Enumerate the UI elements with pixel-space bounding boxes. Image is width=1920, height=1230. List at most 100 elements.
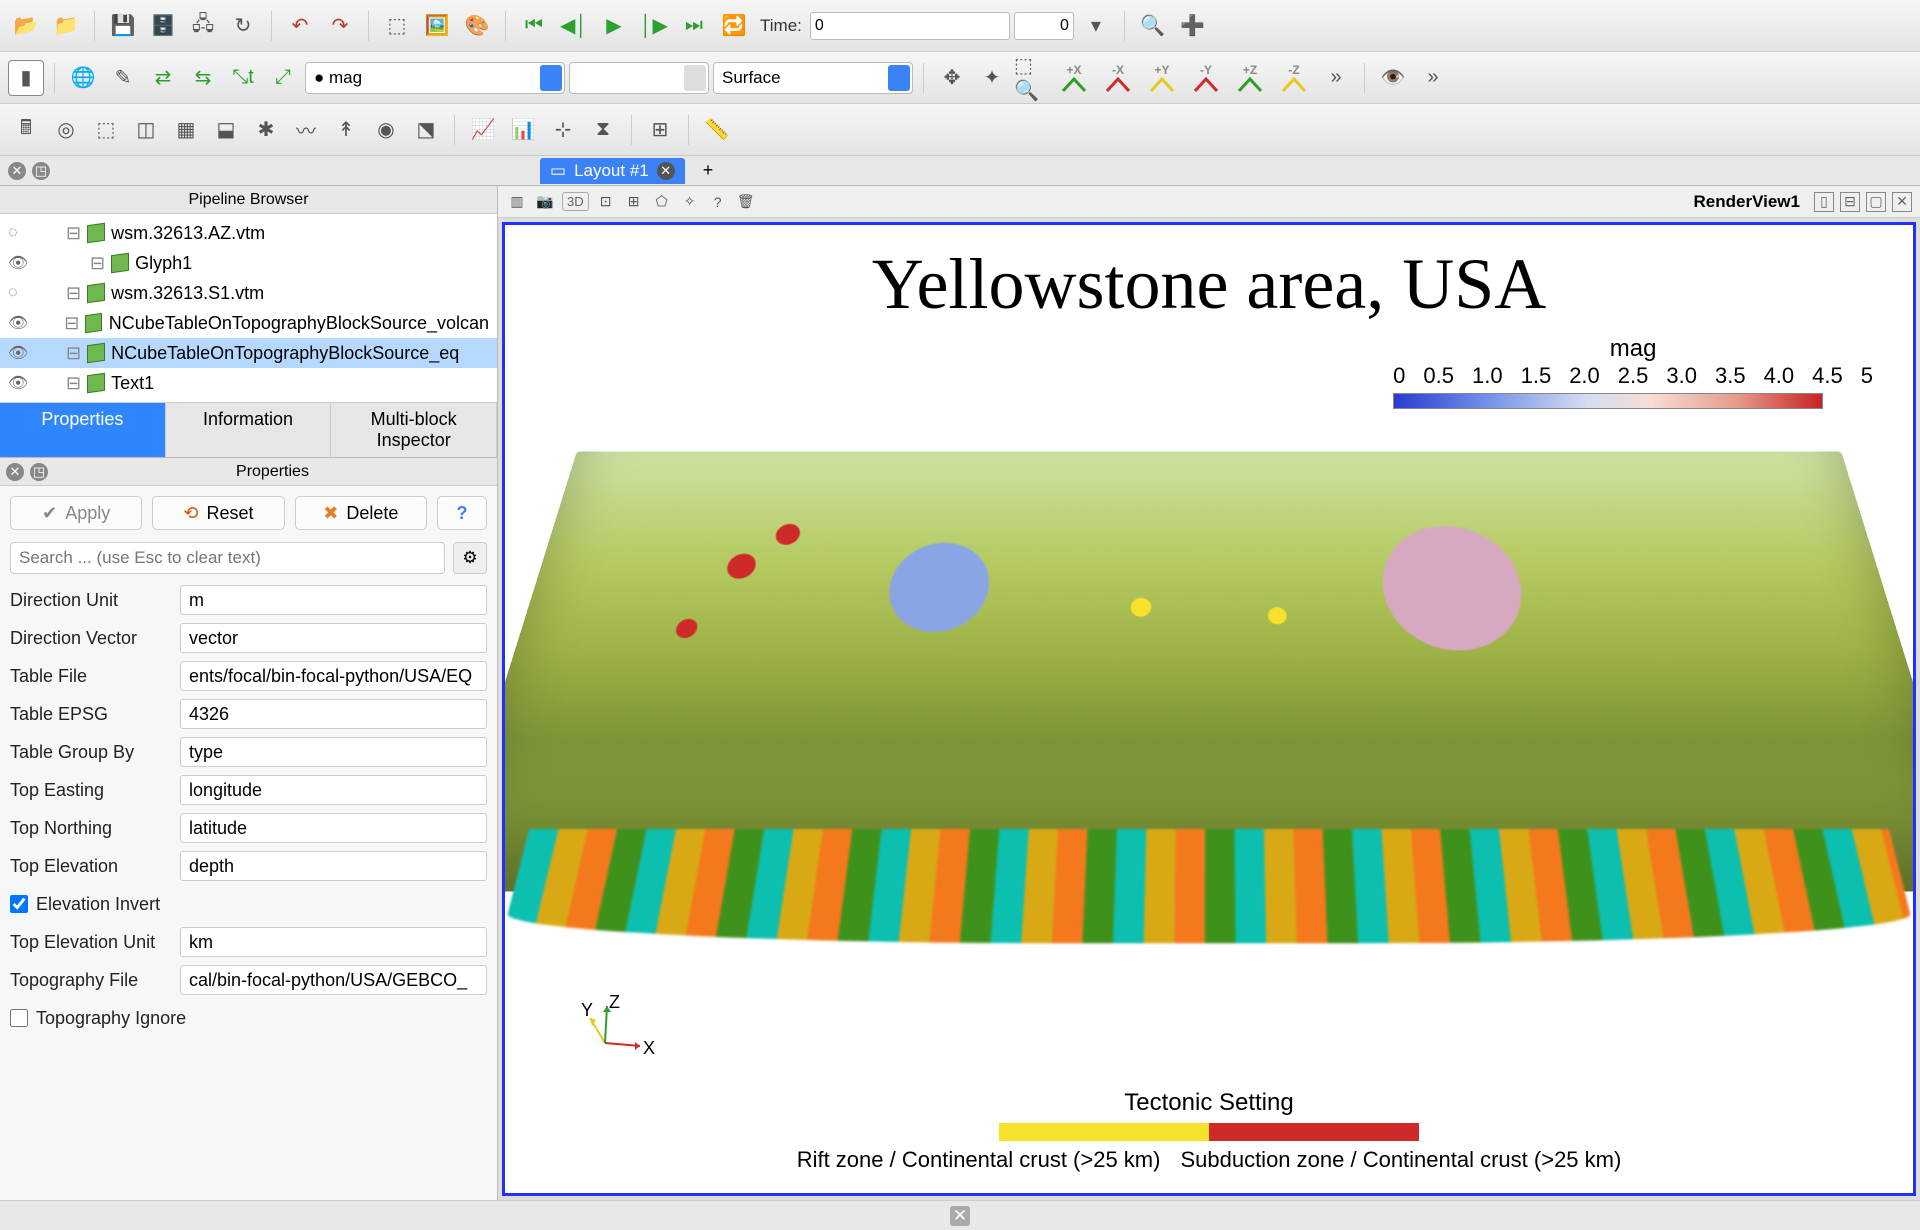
- open-recent-icon[interactable]: 📁: [48, 8, 84, 44]
- repr-selector[interactable]: Surface: [713, 62, 913, 94]
- visibility-icon[interactable]: ◌: [8, 284, 30, 302]
- tab-multiblock[interactable]: Multi-block Inspector: [331, 403, 497, 457]
- glyph-icon[interactable]: ✱: [248, 112, 284, 148]
- redo-icon[interactable]: ↷: [322, 8, 358, 44]
- eye-dome-icon[interactable]: 👁️: [1375, 60, 1411, 96]
- clip-icon[interactable]: ⬚: [88, 112, 124, 148]
- layout-tab-1[interactable]: ▭ Layout #1 ✕: [540, 158, 685, 184]
- group-icon[interactable]: ◉: [368, 112, 404, 148]
- status-close-icon[interactable]: ✕: [950, 1206, 970, 1226]
- save-data-icon[interactable]: 🗄️: [145, 8, 181, 44]
- ruler-icon[interactable]: 📏: [699, 112, 735, 148]
- last-frame-icon[interactable]: ⏭: [676, 8, 712, 44]
- add-find-icon[interactable]: ➕: [1175, 8, 1211, 44]
- property-field[interactable]: longitude: [180, 775, 487, 805]
- expand-icon[interactable]: ⊟: [66, 223, 81, 244]
- layout-tab-close-icon[interactable]: ✕: [657, 162, 675, 180]
- expand-icon[interactable]: ⊟: [66, 283, 81, 304]
- pipeline-popout-icon[interactable]: ◳: [32, 162, 50, 180]
- property-field[interactable]: 4326: [180, 699, 487, 729]
- threshold-icon[interactable]: ▦: [168, 112, 204, 148]
- tab-information[interactable]: Information: [166, 403, 332, 457]
- warp-icon[interactable]: ↟: [328, 112, 364, 148]
- histogram-icon[interactable]: 📊: [505, 112, 541, 148]
- zoom-to-data-icon[interactable]: ✦: [974, 60, 1010, 96]
- expand-icon[interactable]: ⊟: [90, 253, 105, 274]
- extract-icon[interactable]: ⬓: [208, 112, 244, 148]
- vt-split-icon[interactable]: ▥: [506, 191, 528, 213]
- elevation-invert-checkbox[interactable]: [10, 895, 28, 913]
- vt-3d-button[interactable]: 3D: [562, 192, 589, 211]
- calculator-icon[interactable]: 🖩: [8, 112, 44, 148]
- probe-icon[interactable]: ⊹: [545, 112, 581, 148]
- vt-clear-icon[interactable]: 🗑: [735, 191, 757, 213]
- visibility-icon[interactable]: 👁: [8, 313, 29, 333]
- vt-select-points-icon[interactable]: ⊡: [595, 191, 617, 213]
- delete-button[interactable]: ✖Delete: [295, 496, 427, 530]
- array-selector[interactable]: ● mag: [305, 62, 565, 94]
- time-value-input[interactable]: [810, 12, 1010, 40]
- topography-ignore-checkbox[interactable]: [10, 1009, 28, 1027]
- edit-color-icon[interactable]: ✎: [105, 60, 141, 96]
- property-field[interactable]: depth: [180, 851, 487, 881]
- rescale-temporal-icon[interactable]: ⤡t: [225, 60, 261, 96]
- palette-icon[interactable]: 🎨: [459, 8, 495, 44]
- pipeline-item[interactable]: 👁 ⊟ NCubeTableOnTopographyBlockSource_vo…: [0, 308, 497, 338]
- property-field[interactable]: latitude: [180, 813, 487, 843]
- reload-icon[interactable]: ↻: [225, 8, 261, 44]
- maximize-icon[interactable]: ▢: [1866, 192, 1886, 212]
- extract-sel-icon[interactable]: ⬔: [408, 112, 444, 148]
- color-map-editor-icon[interactable]: 🌐: [65, 60, 101, 96]
- close-view-icon[interactable]: ✕: [1892, 192, 1912, 212]
- view-px-button[interactable]: +X: [1054, 60, 1094, 96]
- view-py-button[interactable]: +Y: [1142, 60, 1182, 96]
- temporal-icon[interactable]: ⧗: [585, 112, 621, 148]
- rescale-custom-icon[interactable]: ⇆: [185, 60, 221, 96]
- expand-icon[interactable]: ⊟: [66, 343, 81, 364]
- play-icon[interactable]: ▶: [596, 8, 632, 44]
- undo-icon[interactable]: ↶: [282, 8, 318, 44]
- next-frame-icon[interactable]: │▶: [636, 8, 672, 44]
- first-frame-icon[interactable]: ⏮: [516, 8, 552, 44]
- pipeline-item[interactable]: 👁 ⊟ Glyph1: [0, 248, 497, 278]
- pipeline-close-icon[interactable]: ✕: [8, 162, 26, 180]
- vt-select-poly-icon[interactable]: ⬠: [651, 191, 673, 213]
- stream-icon[interactable]: 〰: [288, 112, 324, 148]
- property-field[interactable]: cal/bin-focal-python/USA/GEBCO_: [180, 965, 487, 995]
- view-nx-button[interactable]: -X: [1098, 60, 1138, 96]
- reset-button[interactable]: ⟲Reset: [152, 496, 284, 530]
- properties-search-input[interactable]: [10, 542, 445, 574]
- properties-gear-button[interactable]: ⚙: [453, 542, 487, 574]
- expand-icon[interactable]: ⊟: [66, 373, 81, 394]
- visibility-icon[interactable]: 👁: [8, 373, 30, 393]
- visibility-icon[interactable]: ◌: [8, 224, 30, 242]
- visibility-icon[interactable]: 👁: [8, 343, 30, 363]
- time-step-icon[interactable]: ▾: [1078, 8, 1114, 44]
- screenshot-icon[interactable]: 🖼️: [419, 8, 455, 44]
- apply-button[interactable]: ✔Apply: [10, 496, 142, 530]
- view-nz-button[interactable]: -Z: [1274, 60, 1314, 96]
- layout-add-button[interactable]: +: [693, 158, 724, 183]
- pipeline-item[interactable]: 👁 ⊟ Text1: [0, 368, 497, 398]
- slice-icon[interactable]: ◫: [128, 112, 164, 148]
- property-field[interactable]: vector: [180, 623, 487, 653]
- find-data-icon[interactable]: 🔍: [1135, 8, 1171, 44]
- visibility-icon[interactable]: 👁: [8, 253, 30, 273]
- loop-icon[interactable]: 🔁: [716, 8, 752, 44]
- prev-frame-icon[interactable]: ◀│: [556, 8, 592, 44]
- open-icon[interactable]: 📂: [8, 8, 44, 44]
- more-icon[interactable]: »: [1415, 60, 1451, 96]
- expand-icon[interactable]: ⊟: [64, 313, 79, 334]
- component-selector[interactable]: [569, 62, 709, 94]
- properties-close-icon[interactable]: ✕: [6, 463, 24, 481]
- save-state-icon[interactable]: 💾: [105, 8, 141, 44]
- axes-grid-icon[interactable]: ⊞: [642, 112, 678, 148]
- time-max-input[interactable]: [1014, 12, 1074, 40]
- pipeline-tree[interactable]: ◌ ⊟ wsm.32613.AZ.vtm👁 ⊟ Glyph1◌ ⊟ wsm.32…: [0, 214, 497, 403]
- property-field[interactable]: km: [180, 927, 487, 957]
- pipeline-item[interactable]: 👁 ⊟ NCubeTableOnTopographyBlockSource_eq: [0, 338, 497, 368]
- properties-popout-icon[interactable]: ◳: [30, 463, 48, 481]
- render-viewport[interactable]: Yellowstone area, USA mag 00.51.01.52.02…: [502, 222, 1916, 1196]
- contour-icon[interactable]: ◎: [48, 112, 84, 148]
- help-button[interactable]: ?: [437, 496, 487, 530]
